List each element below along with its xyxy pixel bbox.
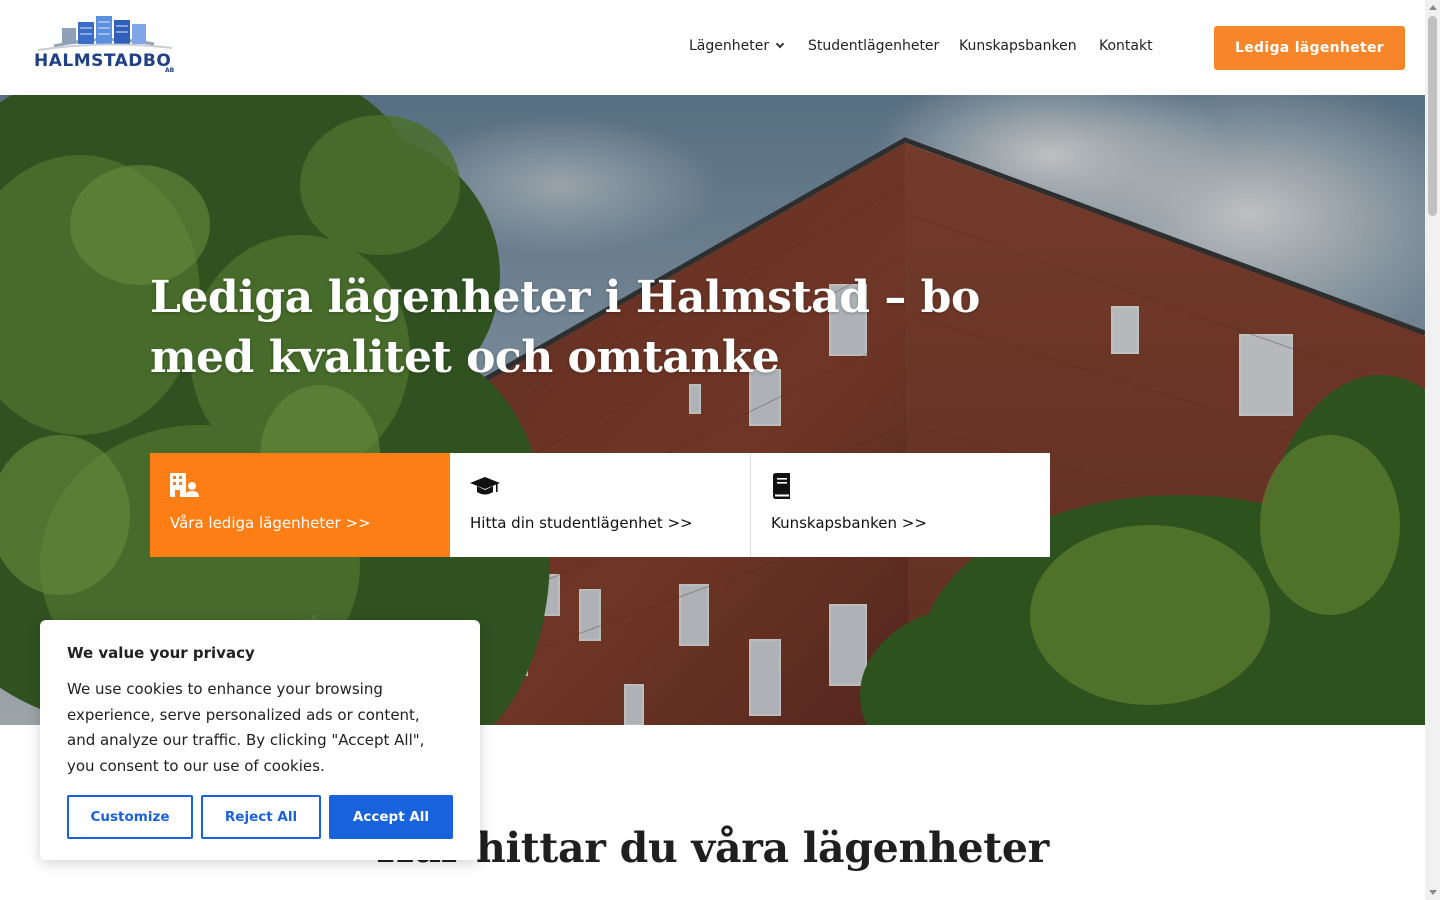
site-header: HALMSTADBO AB Lägenheter Studentlägenhet… bbox=[0, 0, 1425, 95]
accept-all-button[interactable]: Accept All bbox=[329, 795, 453, 839]
halmstadbo-logo[interactable]: HALMSTADBO AB bbox=[34, 14, 176, 74]
graduation-cap-icon bbox=[470, 477, 500, 495]
reject-all-button[interactable]: Reject All bbox=[201, 795, 321, 839]
cookie-description: We use cookies to enhance your browsing … bbox=[67, 680, 425, 775]
scrollbar-thumb[interactable] bbox=[1428, 16, 1437, 216]
hero-cards: Våra lediga lägenheter >> Hitta din stud… bbox=[150, 453, 1050, 557]
nav-item-studentlagenheter[interactable]: Studentlägenheter bbox=[808, 38, 939, 54]
customize-button[interactable]: Customize bbox=[67, 795, 193, 839]
hero-title: Lediga lägenheter i Halmstad – bo med kv… bbox=[150, 272, 980, 383]
book-icon bbox=[773, 473, 790, 499]
nav-item-kontakt[interactable]: Kontakt bbox=[1099, 38, 1153, 54]
card-lediga-lagenheter[interactable]: Våra lediga lägenheter >> bbox=[150, 453, 450, 557]
building-user-icon bbox=[170, 473, 199, 497]
scroll-down-arrow-icon[interactable] bbox=[1429, 890, 1437, 895]
logo-buildings-icon bbox=[37, 16, 173, 51]
logo-suffix: AB bbox=[165, 67, 175, 74]
card-kunskapsbanken[interactable]: Kunskapsbanken >> bbox=[750, 453, 1050, 557]
card-label: Kunskapsbanken >> bbox=[771, 514, 927, 532]
card-label: Våra lediga lägenheter >> bbox=[170, 514, 371, 532]
page-scrollbar[interactable] bbox=[1425, 0, 1440, 900]
card-studentlagenhet[interactable]: Hitta din studentlägenhet >> bbox=[450, 453, 750, 557]
nav-item-kunskapsbanken[interactable]: Kunskapsbanken bbox=[959, 38, 1077, 54]
chevron-down-icon bbox=[775, 39, 785, 49]
nav-item-lagenheter[interactable]: Lägenheter bbox=[689, 38, 785, 54]
nav-item-label: Lägenheter bbox=[689, 38, 770, 54]
lediga-lagenheter-button[interactable]: Lediga lägenheter bbox=[1214, 26, 1405, 70]
scroll-up-arrow-icon[interactable] bbox=[1429, 5, 1437, 10]
card-label: Hitta din studentlägenhet >> bbox=[470, 514, 693, 532]
logo-wordmark: HALMSTADBO bbox=[34, 51, 172, 71]
cookie-title: We value your privacy bbox=[67, 644, 255, 662]
cookie-consent-dialog: We value your privacy We use cookies to … bbox=[40, 620, 480, 860]
